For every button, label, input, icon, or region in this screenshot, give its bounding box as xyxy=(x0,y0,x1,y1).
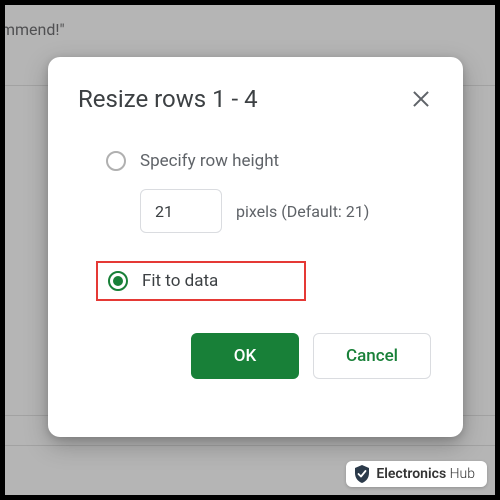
watermark: Electronics Hub xyxy=(346,461,487,487)
cancel-button[interactable]: Cancel xyxy=(313,333,431,379)
fit-to-data-option[interactable]: Fit to data xyxy=(108,271,294,291)
resize-rows-dialog: Resize rows 1 - 4 Specify row height pix… xyxy=(48,57,463,437)
highlight-box: Fit to data xyxy=(96,261,306,301)
pixels-default-text: pixels (Default: 21) xyxy=(236,202,369,221)
row-height-input[interactable] xyxy=(140,189,222,233)
specify-row-height-label: Specify row height xyxy=(140,151,279,171)
fit-to-data-label: Fit to data xyxy=(142,271,218,291)
ok-button[interactable]: OK xyxy=(191,333,299,379)
radio-unselected-icon xyxy=(106,151,126,171)
close-icon[interactable] xyxy=(411,89,431,109)
watermark-text: Electronics Hub xyxy=(376,466,475,482)
shield-icon xyxy=(354,465,370,483)
specify-row-height-option[interactable]: Specify row height xyxy=(106,151,433,171)
dialog-title: Resize rows 1 - 4 xyxy=(78,85,258,113)
radio-selected-icon xyxy=(108,271,128,291)
